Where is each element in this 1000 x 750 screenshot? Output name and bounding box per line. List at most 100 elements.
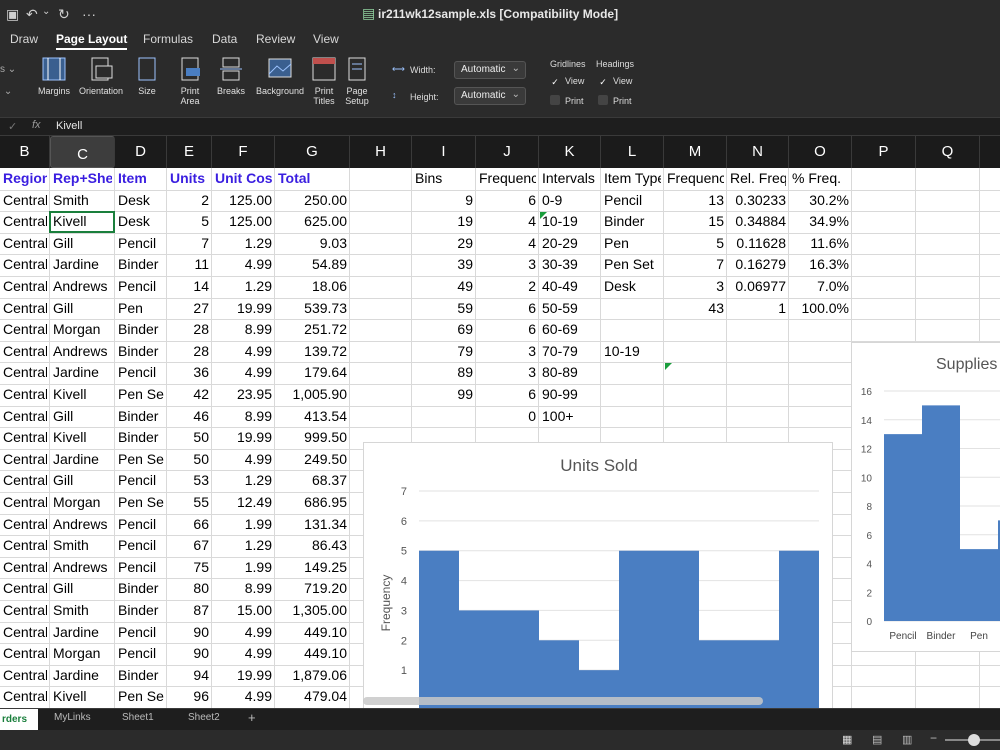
- table-cell[interactable]: 4.99: [215, 254, 272, 275]
- bins-cell[interactable]: 89: [415, 362, 473, 383]
- sheet-tab-sheet2[interactable]: Sheet2: [188, 712, 220, 723]
- table-cell[interactable]: 8.99: [215, 319, 272, 340]
- table-cell[interactable]: 8.99: [215, 578, 272, 599]
- item-cell[interactable]: 1: [730, 298, 786, 319]
- table-cell[interactable]: 1,305.00: [278, 600, 348, 621]
- table-cell[interactable]: 179.64: [278, 362, 347, 383]
- table-cell[interactable]: 1.99: [215, 557, 272, 578]
- column-header-f[interactable]: F: [212, 136, 275, 168]
- supplies-chart[interactable]: Supplies 0 2 4 6 8 10 12 14 16 Pencil Binder Pen: [851, 342, 1000, 652]
- table-cell[interactable]: 1.29: [215, 233, 272, 254]
- table-cell[interactable]: Pencil: [118, 276, 164, 297]
- print-area-button[interactable]: Print Area: [172, 56, 208, 106]
- table-cell[interactable]: 625.00: [278, 211, 347, 232]
- table-cell[interactable]: Kivell: [53, 686, 112, 707]
- table-cell[interactable]: 19.99: [215, 427, 272, 448]
- table-cell[interactable]: 87: [170, 600, 209, 621]
- item-cell[interactable]: 0.30233: [730, 190, 786, 211]
- table-cell[interactable]: Desk: [118, 211, 164, 232]
- table-cell[interactable]: Binder: [118, 406, 164, 427]
- table-cell[interactable]: Central: [3, 557, 47, 578]
- undo-icon[interactable]: ↶: [26, 6, 38, 23]
- table-cell[interactable]: 4.99: [215, 622, 272, 643]
- column-header-m[interactable]: M: [664, 136, 727, 168]
- table-cell[interactable]: Binder: [118, 578, 164, 599]
- column-header-c[interactable]: C: [50, 136, 115, 168]
- worksheet-grid[interactable]: BCDEFGHIJKLMNOPQ Region Rep+Shee Item Units…: [0, 136, 1000, 708]
- tab-review[interactable]: Review: [256, 32, 295, 46]
- item-cell[interactable]: 5: [667, 233, 724, 254]
- horizontal-scrollbar[interactable]: [363, 697, 763, 705]
- sheet-tab-mylinks[interactable]: MyLinks: [54, 712, 91, 723]
- table-cell[interactable]: Binder: [118, 427, 164, 448]
- table-cell[interactable]: Desk: [118, 190, 164, 211]
- table-cell[interactable]: Central: [3, 622, 47, 643]
- table-cell[interactable]: 67: [170, 535, 209, 556]
- add-sheet-button[interactable]: +: [248, 710, 256, 725]
- table-header[interactable]: Rep+Shee: [53, 168, 112, 189]
- table-cell[interactable]: 139.72: [278, 341, 347, 362]
- table-cell[interactable]: Central: [3, 600, 47, 621]
- table-cell[interactable]: Gill: [53, 233, 112, 254]
- bins-cell[interactable]: 60-69: [542, 319, 598, 340]
- table-cell[interactable]: Pencil: [118, 622, 164, 643]
- fx-icon[interactable]: fx: [32, 119, 41, 131]
- bins-cell[interactable]: 39: [415, 254, 473, 275]
- table-cell[interactable]: 5: [170, 211, 209, 232]
- table-cell[interactable]: Pencil: [118, 233, 164, 254]
- column-header-e[interactable]: E: [167, 136, 212, 168]
- more-icon[interactable]: ···: [82, 6, 96, 22]
- table-cell[interactable]: 125.00: [215, 190, 272, 211]
- column-header-q[interactable]: Q: [916, 136, 980, 168]
- item-cell[interactable]: 0.11628: [730, 233, 786, 254]
- item-cell[interactable]: Pen Set: [604, 254, 661, 275]
- table-cell[interactable]: 686.95: [278, 492, 347, 513]
- zoom-out-icon[interactable]: −: [930, 731, 937, 745]
- table-cell[interactable]: 86.43: [278, 535, 347, 556]
- zoom-slider-handle[interactable]: [968, 734, 980, 746]
- gridlines-print-checkbox[interactable]: Print: [550, 95, 584, 106]
- bins-cell[interactable]: 6: [479, 319, 536, 340]
- table-cell[interactable]: 90: [170, 643, 209, 664]
- table-cell[interactable]: Andrews: [53, 514, 112, 535]
- table-cell[interactable]: Binder: [118, 341, 164, 362]
- table-cell[interactable]: Central: [3, 492, 47, 513]
- bins-header[interactable]: Frequency: [479, 168, 536, 189]
- table-cell[interactable]: 999.50: [278, 427, 347, 448]
- table-cell[interactable]: 719.20: [278, 578, 347, 599]
- table-cell[interactable]: Central: [3, 535, 47, 556]
- table-cell[interactable]: 8.99: [215, 406, 272, 427]
- table-cell[interactable]: 413.54: [278, 406, 347, 427]
- table-cell[interactable]: Jardine: [53, 362, 112, 383]
- item-header[interactable]: Frequency: [667, 168, 724, 189]
- table-cell[interactable]: 36: [170, 362, 209, 383]
- item-cell[interactable]: Binder: [604, 211, 661, 232]
- table-cell[interactable]: Pen: [118, 298, 164, 319]
- bins-header[interactable]: Intervals: [542, 168, 598, 189]
- table-cell[interactable]: 449.10: [278, 643, 347, 664]
- table-cell[interactable]: Jardine: [53, 449, 112, 470]
- sheet-tab-orders[interactable]: rders: [0, 709, 38, 730]
- column-header-g[interactable]: G: [275, 136, 350, 168]
- bins-cell[interactable]: 50-59: [542, 298, 598, 319]
- item-cell[interactable]: 11.6%: [792, 233, 849, 254]
- bins-cell[interactable]: 70-79: [542, 341, 598, 362]
- bins-cell[interactable]: 2: [479, 276, 536, 297]
- table-cell[interactable]: Central: [3, 514, 47, 535]
- table-cell[interactable]: Central: [3, 686, 47, 707]
- sheet-tab-sheet1[interactable]: Sheet1: [122, 712, 154, 723]
- breaks-button[interactable]: Breaks: [212, 56, 250, 96]
- units-sold-chart[interactable]: Units Sold Frequency 1 2 3 4 5 6 7: [363, 442, 833, 708]
- table-cell[interactable]: 1.29: [215, 535, 272, 556]
- table-cell[interactable]: Kivell: [53, 384, 112, 405]
- check-icon[interactable]: ✓: [8, 120, 17, 133]
- table-cell[interactable]: 66: [170, 514, 209, 535]
- item-cell[interactable]: 3: [667, 276, 724, 297]
- table-cell[interactable]: 80: [170, 578, 209, 599]
- table-cell[interactable]: 4.99: [215, 341, 272, 362]
- redo-icon[interactable]: ↻: [58, 6, 70, 23]
- item-cell[interactable]: 43: [667, 298, 724, 319]
- table-cell[interactable]: Jardine: [53, 622, 112, 643]
- table-cell[interactable]: Pen Set: [118, 492, 164, 513]
- table-cell[interactable]: 125.00: [215, 211, 272, 232]
